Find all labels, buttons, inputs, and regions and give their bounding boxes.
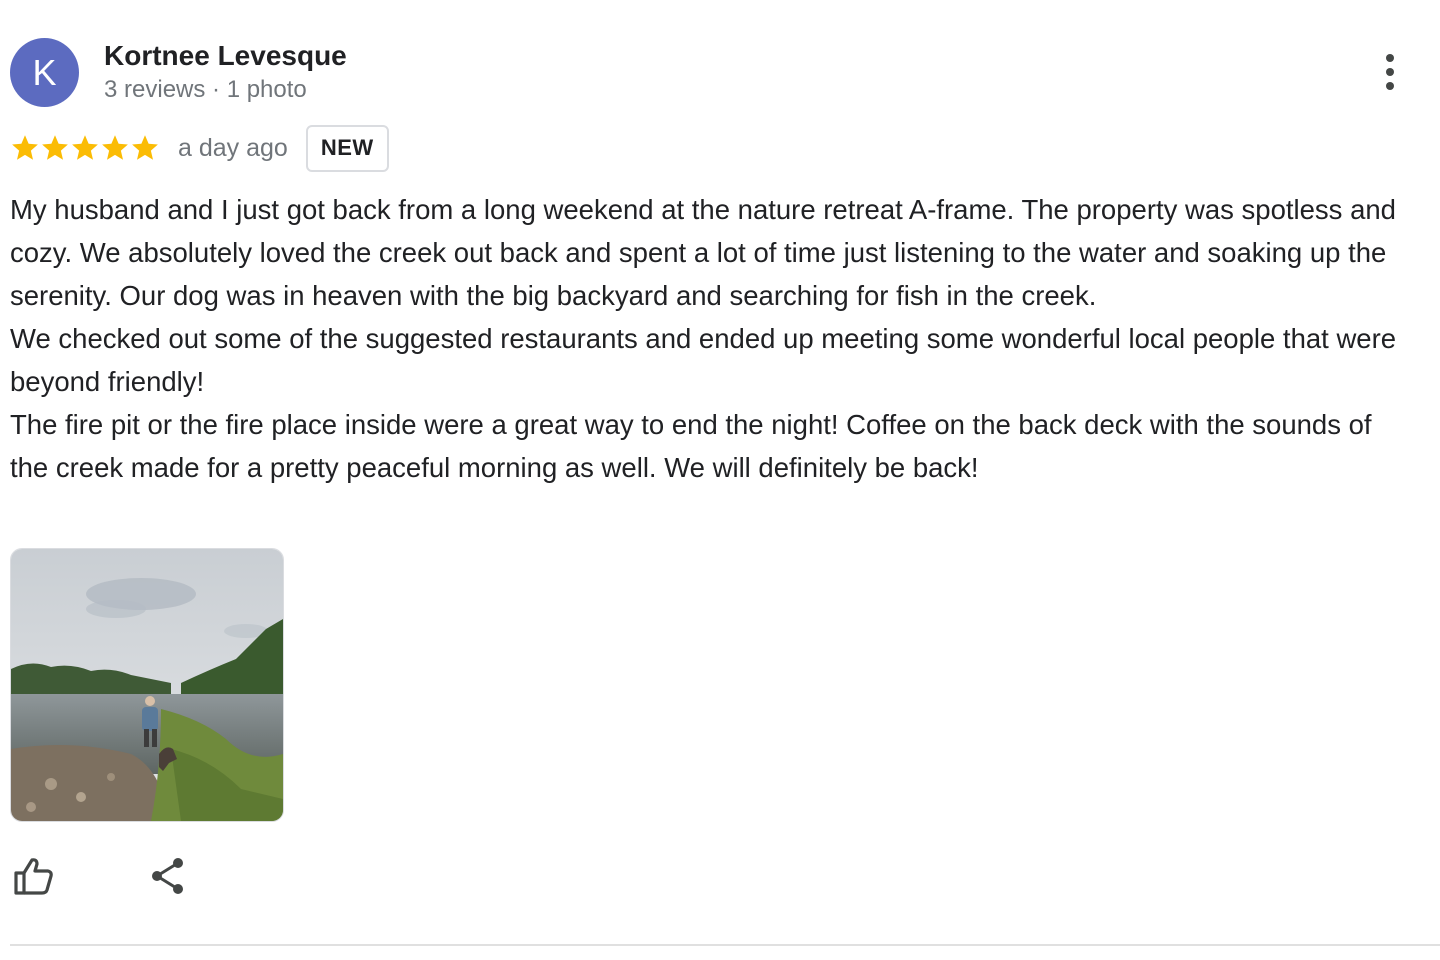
more-options-button[interactable]: [1378, 52, 1402, 92]
like-button[interactable]: [10, 852, 58, 900]
review-divider: [10, 944, 1440, 946]
review-time: a day ago: [178, 133, 288, 162]
review-header: K Kortnee Levesque 3 reviews · 1 photo: [10, 38, 347, 107]
review-paragraph: The fire pit or the fire place inside we…: [10, 409, 1372, 483]
review-photo[interactable]: [10, 548, 284, 822]
creek-photo-image: [11, 549, 283, 821]
more-vert-icon: [1386, 54, 1394, 90]
star-icon: [12, 135, 38, 160]
author-name[interactable]: Kortnee Levesque: [104, 39, 347, 73]
review-paragraph: My husband and I just got back from a lo…: [10, 194, 1396, 311]
author-meta[interactable]: 3 reviews · 1 photo: [104, 73, 347, 107]
thumb-up-icon: [14, 858, 53, 895]
author-info: Kortnee Levesque 3 reviews · 1 photo: [104, 39, 347, 107]
review-card: K Kortnee Levesque 3 reviews · 1 photo a…: [0, 0, 1440, 960]
review-text: My husband and I just got back from a lo…: [10, 188, 1410, 489]
rating-row: a day ago NEW: [10, 124, 389, 172]
star-rating: [10, 133, 160, 163]
star-icon: [42, 135, 68, 160]
star-icon: [72, 135, 98, 160]
star-icon: [132, 135, 158, 160]
review-actions: [10, 852, 192, 900]
share-button[interactable]: [144, 852, 192, 900]
star-icon: [102, 135, 128, 160]
avatar-initial: K: [32, 51, 57, 93]
share-icon: [152, 858, 183, 894]
avatar[interactable]: K: [10, 38, 79, 107]
new-badge: NEW: [305, 124, 389, 172]
review-paragraph: We checked out some of the suggested res…: [10, 323, 1397, 397]
